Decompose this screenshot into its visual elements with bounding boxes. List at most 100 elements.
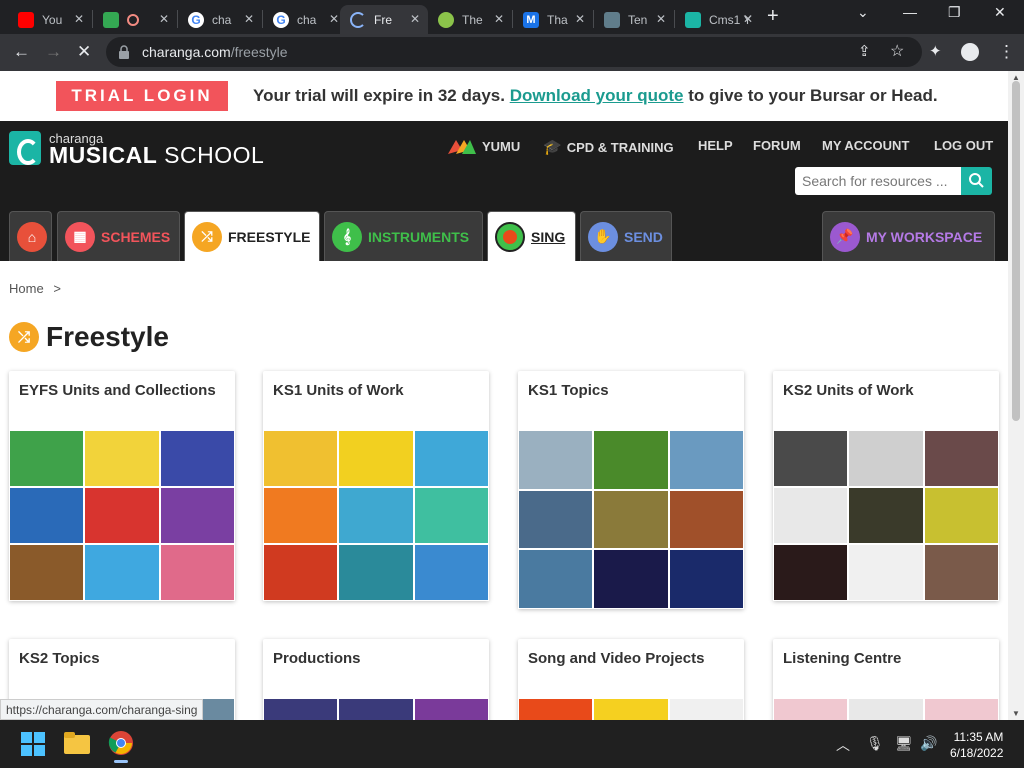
browser-tab[interactable]: G cha ✕ xyxy=(178,5,262,34)
close-icon[interactable]: ✕ xyxy=(329,12,339,26)
browser-tab[interactable]: G cha ✕ xyxy=(263,5,347,34)
thumbnail-tile xyxy=(923,698,999,720)
breadcrumb-home[interactable]: Home xyxy=(9,281,44,296)
thumbnail-tile xyxy=(848,430,924,487)
back-icon[interactable]: ← xyxy=(13,42,30,62)
card-thumbnail xyxy=(518,698,744,720)
close-icon[interactable]: ✕ xyxy=(494,12,504,26)
card-listening-centre[interactable]: Listening Centre xyxy=(773,639,999,720)
browser-tab[interactable]: Ten ✕ xyxy=(594,5,674,34)
tab-my-workspace[interactable]: 📌 MY WORKSPACE xyxy=(822,211,995,261)
tab-send[interactable]: ✋ SEND xyxy=(580,211,672,261)
breadcrumb: Home > xyxy=(9,281,61,296)
microphone-icon[interactable]: 🎙 xyxy=(866,735,884,752)
thumbnail-tile xyxy=(668,489,744,550)
thumbnail-tile xyxy=(773,698,849,720)
browser-tab-active[interactable]: Fre ✕ xyxy=(340,5,428,34)
site-header: charanga MUSICAL SCHOOL YUMU 🎓 CPD & TRA… xyxy=(0,121,1008,261)
address-bar[interactable]: charanga.com/freestyle ⇪ ☆ xyxy=(106,37,922,67)
google-icon: G xyxy=(188,11,204,28)
volume-icon[interactable]: 🔊 xyxy=(920,735,937,752)
trial-message: Your trial will expire in 32 days. Downl… xyxy=(253,86,938,105)
browser-tab[interactable]: ✕ xyxy=(93,5,177,34)
search-input[interactable]: Search for resources ... xyxy=(795,167,961,195)
card-thumbnail xyxy=(773,698,999,720)
thumbnail-tile xyxy=(84,544,160,601)
thumbnail-tile xyxy=(773,487,849,544)
browser-tab-strip: You ✕ ✕ G cha ✕ G cha ✕ Fre ✕ The ✕ M Th… xyxy=(0,0,1024,34)
page-title: Freestyle xyxy=(46,321,169,352)
close-icon[interactable]: ✕ xyxy=(74,12,84,26)
thumbnail-tile xyxy=(848,698,924,720)
download-quote-link[interactable]: Download your quote xyxy=(510,86,684,105)
forward-icon[interactable]: → xyxy=(45,42,62,62)
browser-tab[interactable]: The ✕ xyxy=(428,5,512,34)
profile-icon[interactable] xyxy=(961,43,979,61)
nav-log-out[interactable]: LOG OUT xyxy=(934,138,993,153)
tab-schemes[interactable]: ▦ SCHEMES xyxy=(57,211,180,261)
search-button[interactable] xyxy=(961,167,992,195)
card-eyfs-units[interactable]: EYFS Units and Collections xyxy=(9,371,235,601)
nav-yumu[interactable]: YUMU xyxy=(448,138,520,154)
bookmark-star-icon[interactable]: ☆ xyxy=(890,41,904,61)
scrollbar-thumb[interactable] xyxy=(1012,81,1020,421)
close-icon[interactable]: ✕ xyxy=(159,12,169,26)
card-song-video-projects[interactable]: Song and Video Projects xyxy=(518,639,744,720)
m-icon: M xyxy=(523,11,539,28)
network-icon[interactable]: 🖥 xyxy=(895,735,913,752)
tab-search-icon[interactable]: ⌄ xyxy=(857,4,869,21)
nav-my-account[interactable]: MY ACCOUNT xyxy=(822,138,909,153)
yumu-icon xyxy=(448,140,476,154)
page-scrollbar[interactable]: ▲ ▼ xyxy=(1008,71,1024,720)
browser-tab[interactable]: M Tha ✕ xyxy=(513,5,593,34)
treble-clef-icon: 𝄞 xyxy=(332,221,362,252)
tab-instruments[interactable]: 𝄞 INSTRUMENTS xyxy=(324,211,483,261)
restore-icon[interactable]: ❐ xyxy=(948,4,961,21)
new-tab-icon[interactable]: + xyxy=(767,5,779,27)
thumbnail-tile xyxy=(923,430,999,487)
menu-icon[interactable]: ⋮ xyxy=(998,42,1015,62)
thumbnail-tile xyxy=(338,544,414,601)
nav-forum[interactable]: FORUM xyxy=(753,138,801,153)
stop-loading-icon[interactable]: ✕ xyxy=(77,42,91,62)
browser-tab[interactable]: You ✕ xyxy=(8,5,92,34)
card-productions[interactable]: Productions xyxy=(263,639,489,720)
windows-start-icon[interactable] xyxy=(21,732,45,761)
trial-login-button[interactable]: TRIAL LOGIN xyxy=(56,81,228,111)
thumbnail-tile xyxy=(848,544,924,601)
loading-icon xyxy=(350,11,366,28)
window-close-icon[interactable]: ✕ xyxy=(994,4,1006,21)
pin-icon: 📌 xyxy=(830,221,860,252)
share-icon[interactable]: ⇪ xyxy=(858,42,871,60)
chevron-up-icon[interactable]: ︿ xyxy=(836,735,850,755)
tab-sing[interactable]: SING xyxy=(487,211,576,261)
card-ks2-units[interactable]: KS2 Units of Work xyxy=(773,371,999,601)
close-icon[interactable]: ✕ xyxy=(743,12,753,26)
youtube-icon xyxy=(18,11,34,28)
thumbnail-tile xyxy=(668,549,744,609)
card-ks1-units[interactable]: KS1 Units of Work xyxy=(263,371,489,601)
charanga-logo-icon xyxy=(9,131,41,165)
browser-tab[interactable]: Cms1 Y ✕ xyxy=(675,5,761,34)
system-clock[interactable]: 11:35 AM 6/18/2022 xyxy=(950,729,1003,761)
minimize-icon[interactable]: — xyxy=(903,4,917,20)
close-icon[interactable]: ✕ xyxy=(575,12,585,26)
file-explorer-icon[interactable] xyxy=(64,732,90,759)
lock-icon xyxy=(119,45,129,59)
card-ks1-topics[interactable]: KS1 Topics xyxy=(518,371,744,609)
trial-banner: TRIAL LOGIN Your trial will expire in 32… xyxy=(0,71,1008,121)
extensions-icon[interactable]: ✦ xyxy=(929,42,942,62)
close-icon[interactable]: ✕ xyxy=(410,12,420,26)
chrome-icon[interactable] xyxy=(108,730,134,763)
tab-freestyle[interactable]: ⤮ FREESTYLE xyxy=(184,211,320,261)
close-icon[interactable]: ✕ xyxy=(244,12,254,26)
graduation-cap-icon: 🎓 xyxy=(543,139,562,156)
scroll-down-icon[interactable]: ▼ xyxy=(1012,709,1020,718)
singer-icon xyxy=(495,221,525,252)
nav-cpd-training[interactable]: 🎓 CPD & TRAINING xyxy=(543,138,674,156)
close-icon[interactable]: ✕ xyxy=(656,12,666,26)
nav-help[interactable]: HELP xyxy=(698,138,733,153)
tab-home[interactable]: ⌂ xyxy=(9,211,52,261)
thumbnail-tile xyxy=(848,487,924,544)
thumbnail-tile xyxy=(338,487,414,544)
